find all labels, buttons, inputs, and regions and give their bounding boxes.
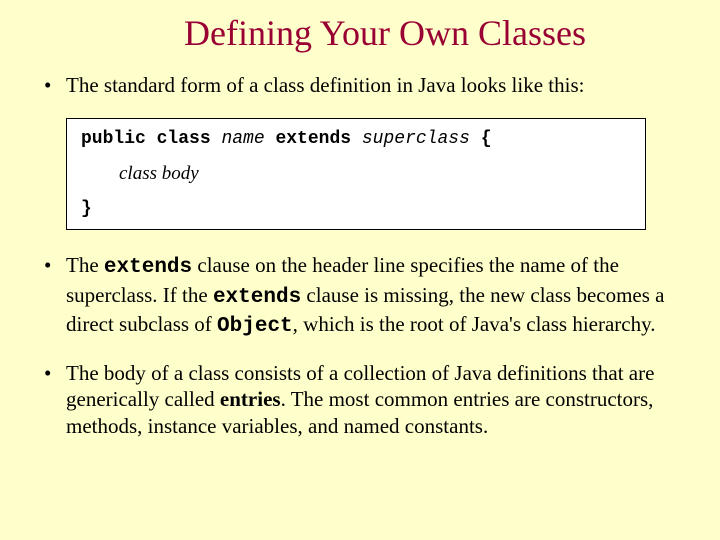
code-superclass-placeholder: superclass	[362, 129, 470, 149]
bullet-3-em-entries: entries	[220, 387, 281, 411]
bullet-list: The standard form of a class definition …	[40, 72, 680, 98]
code-body-placeholder: class body	[119, 163, 631, 185]
code-brace-open: {	[470, 129, 492, 149]
code-name-placeholder: name	[221, 129, 264, 149]
code-kw-public-class: public class	[81, 129, 221, 149]
bullet-2-kw-extends-2: extends	[213, 286, 301, 309]
slide: Defining Your Own Classes The standard f…	[0, 0, 720, 540]
bullet-1: The standard form of a class definition …	[40, 72, 680, 98]
code-kw-extends: extends	[265, 129, 362, 149]
bullet-2-kw-extends-1: extends	[104, 256, 192, 279]
bullet-list-2: The extends clause on the header line sp…	[40, 252, 680, 439]
code-box: public class name extends superclass { c…	[66, 118, 646, 230]
code-header-line: public class name extends superclass {	[81, 129, 631, 149]
code-brace-close: }	[81, 199, 631, 219]
bullet-3: The body of a class consists of a collec…	[40, 360, 680, 439]
bullet-2-kw-object: Object	[217, 315, 293, 338]
bullet-2-part4: , which is the root of Java's class hier…	[293, 312, 656, 336]
bullet-1-text: The standard form of a class definition …	[66, 73, 584, 97]
slide-title: Defining Your Own Classes	[40, 12, 680, 54]
bullet-2-part1: The	[66, 253, 104, 277]
bullet-2: The extends clause on the header line sp…	[40, 252, 680, 340]
